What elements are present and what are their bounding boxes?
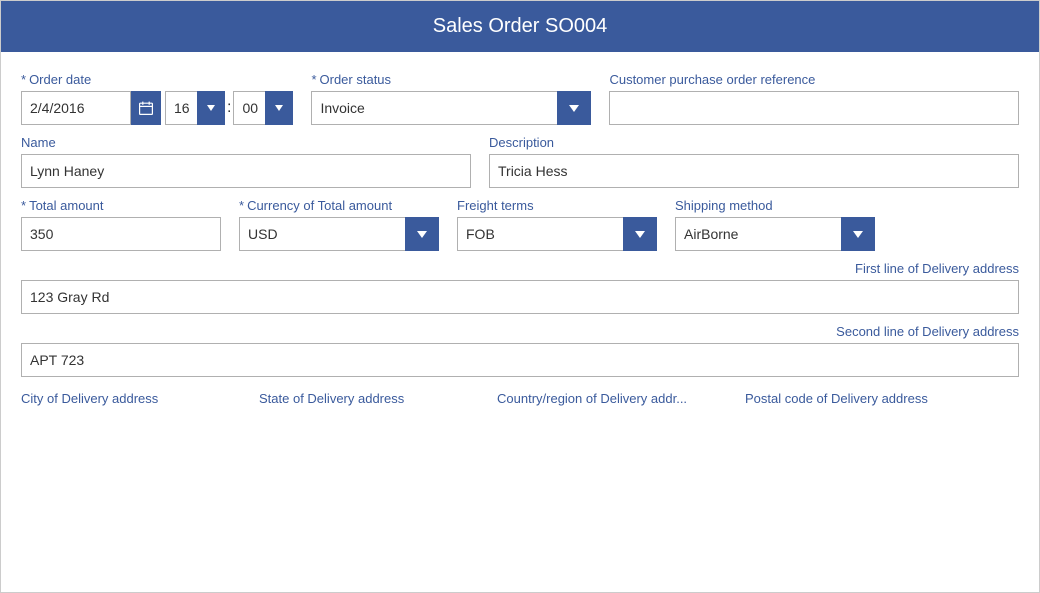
currency-select[interactable]: USD EUR GBP JPY bbox=[239, 217, 439, 251]
row-delivery-line1: First line of Delivery address bbox=[21, 261, 1019, 314]
calendar-icon-button[interactable] bbox=[131, 91, 161, 125]
shipping-method-select-wrap: AirBorne FedEx UPS DHL bbox=[675, 217, 875, 251]
customer-po-group: Customer purchase order reference bbox=[609, 72, 1019, 125]
row-name-desc: Name Description bbox=[21, 135, 1019, 188]
row-delivery-line2: Second line of Delivery address bbox=[21, 324, 1019, 377]
state-label: State of Delivery address bbox=[259, 391, 479, 406]
order-date-label: *Order date bbox=[21, 72, 293, 87]
minute-select-wrap: 00 bbox=[233, 91, 293, 125]
delivery-line2-input[interactable] bbox=[21, 343, 1019, 377]
total-amount-group: *Total amount bbox=[21, 198, 221, 251]
freight-terms-group: Freight terms FOB CIF EXW DDP bbox=[457, 198, 657, 251]
customer-po-label: Customer purchase order reference bbox=[609, 72, 1019, 87]
delivery-line2-label: Second line of Delivery address bbox=[836, 324, 1019, 339]
order-date-input[interactable] bbox=[21, 91, 131, 125]
delivery-line1-input[interactable] bbox=[21, 280, 1019, 314]
required-star3: * bbox=[21, 198, 26, 213]
hour-select-wrap: 16 bbox=[165, 91, 225, 125]
time-part: 16 : 00 bbox=[165, 91, 293, 125]
time-colon: : bbox=[225, 91, 233, 125]
sales-order-window: Sales Order SO004 *Order date bbox=[0, 0, 1040, 593]
required-star: * bbox=[21, 72, 26, 87]
date-input-wrap: 16 : 00 bbox=[21, 91, 293, 125]
minute-select[interactable]: 00 bbox=[233, 91, 293, 125]
city-label: City of Delivery address bbox=[21, 391, 241, 406]
currency-label: *Currency of Total amount bbox=[239, 198, 439, 213]
title-bar: Sales Order SO004 bbox=[1, 1, 1039, 52]
description-input[interactable] bbox=[489, 154, 1019, 188]
row-order-info: *Order date bbox=[21, 72, 1019, 125]
freight-terms-select-wrap: FOB CIF EXW DDP bbox=[457, 217, 657, 251]
shipping-method-select[interactable]: AirBorne FedEx UPS DHL bbox=[675, 217, 875, 251]
row-bottom-labels: City of Delivery address State of Delive… bbox=[21, 391, 1019, 406]
order-status-label: *Order status bbox=[311, 72, 591, 87]
postal-label: Postal code of Delivery address bbox=[745, 391, 1019, 406]
customer-po-input[interactable] bbox=[609, 91, 1019, 125]
name-group: Name bbox=[21, 135, 471, 188]
order-date-group: *Order date bbox=[21, 72, 293, 125]
window-title: Sales Order SO004 bbox=[433, 15, 608, 37]
delivery-line1-label: First line of Delivery address bbox=[855, 261, 1019, 276]
order-status-group: *Order status Invoice Draft Shipped Comp… bbox=[311, 72, 591, 125]
order-status-select[interactable]: Invoice Draft Shipped Completed bbox=[311, 91, 591, 125]
required-star2: * bbox=[311, 72, 316, 87]
total-amount-label: *Total amount bbox=[21, 198, 221, 213]
name-label: Name bbox=[21, 135, 471, 150]
total-amount-input[interactable] bbox=[21, 217, 221, 251]
currency-group: *Currency of Total amount USD EUR GBP JP… bbox=[239, 198, 439, 251]
description-label: Description bbox=[489, 135, 1019, 150]
shipping-method-label: Shipping method bbox=[675, 198, 875, 213]
country-label: Country/region of Delivery addr... bbox=[497, 391, 727, 406]
description-group: Description bbox=[489, 135, 1019, 188]
hour-select[interactable]: 16 bbox=[165, 91, 225, 125]
shipping-method-group: Shipping method AirBorne FedEx UPS DHL bbox=[675, 198, 875, 251]
form-area: *Order date bbox=[1, 52, 1039, 592]
row-amount-shipping: *Total amount *Currency of Total amount … bbox=[21, 198, 1019, 251]
freight-terms-label: Freight terms bbox=[457, 198, 657, 213]
order-status-select-wrap: Invoice Draft Shipped Completed bbox=[311, 91, 591, 125]
required-star4: * bbox=[239, 198, 244, 213]
freight-terms-select[interactable]: FOB CIF EXW DDP bbox=[457, 217, 657, 251]
currency-select-wrap: USD EUR GBP JPY bbox=[239, 217, 439, 251]
name-input[interactable] bbox=[21, 154, 471, 188]
calendar-icon bbox=[138, 100, 154, 116]
